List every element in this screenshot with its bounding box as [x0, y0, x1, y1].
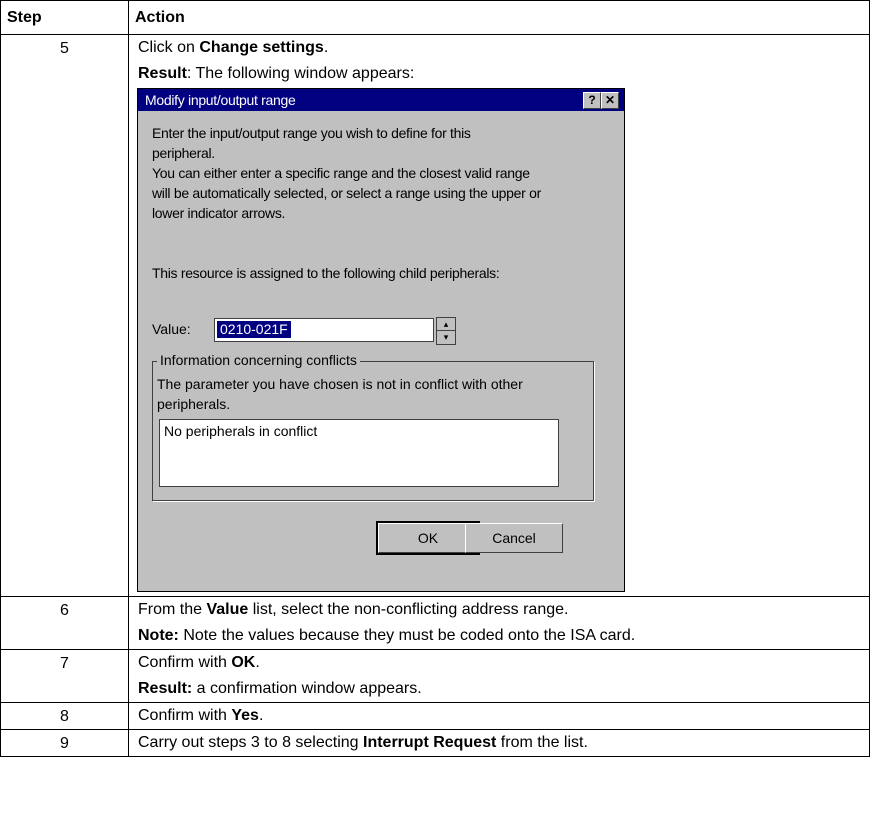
spin-up-icon[interactable]: ▴ — [437, 318, 455, 331]
action-cell: Confirm with Yes. — [128, 702, 870, 730]
action-bold: Yes — [231, 707, 259, 724]
list-item: No peripherals in conflict — [164, 423, 318, 439]
close-icon: ✕ — [604, 93, 616, 107]
description-line: peripheral. — [152, 145, 215, 161]
action-text: : The following window appears: — [186, 65, 415, 82]
action-line: Result: The following window appears: — [138, 61, 869, 87]
header-step: Step — [0, 0, 129, 35]
description-line: Enter the input/output range you wish to… — [152, 125, 471, 141]
action-bold: Result — [138, 65, 187, 82]
action-line: Note: Note the values because they must … — [138, 623, 869, 649]
action-text: Click on — [138, 39, 200, 56]
dialog-description: Enter the input/output range you wish to… — [152, 123, 612, 223]
value-label: Value: — [152, 321, 191, 337]
action-text: list, select the non-conflicting address… — [248, 601, 569, 618]
action-text: Confirm with — [138, 654, 232, 671]
action-text: Carry out steps 3 to 8 selecting — [138, 734, 363, 751]
table-row: 6 From the Value list, select the non-co… — [0, 596, 870, 650]
description-line: will be automatically selected, or selec… — [152, 185, 541, 201]
spin-down-icon[interactable]: ▾ — [437, 331, 455, 343]
action-cell: Carry out steps 3 to 8 selecting Interru… — [128, 729, 870, 757]
action-bold: Interrupt Request — [363, 734, 497, 751]
dialog-titlebar: Modify input/output range ? ✕ — [138, 89, 624, 111]
action-line: Confirm with OK. — [138, 650, 869, 676]
steps-table: Step Action 5 Click on Change settings. … — [0, 0, 870, 757]
action-cell: From the Value list, select the non-conf… — [128, 596, 870, 650]
action-line: Carry out steps 3 to 8 selecting Interru… — [138, 730, 869, 756]
assigned-text: This resource is assigned to the followi… — [152, 265, 500, 281]
table-row: 7 Confirm with OK. Result: a confirmatio… — [0, 649, 870, 703]
action-text: Confirm with — [138, 707, 232, 724]
cancel-button[interactable]: Cancel — [465, 523, 563, 553]
header-action: Action — [128, 0, 870, 35]
action-cell: Click on Change settings. Result: The fo… — [128, 34, 870, 597]
action-bold: Value — [206, 601, 249, 618]
action-line: Confirm with Yes. — [138, 703, 869, 729]
step-number: 8 — [0, 702, 129, 730]
table-header-row: Step Action — [0, 0, 870, 35]
action-bold: Change settings — [199, 39, 324, 56]
help-button[interactable]: ? — [583, 92, 601, 109]
action-bold: Result: — [138, 680, 193, 697]
group-title: Information concerning conflicts — [157, 352, 360, 368]
table-row: 9 Carry out steps 3 to 8 selecting Inter… — [0, 729, 870, 757]
action-text: . — [255, 654, 260, 671]
value-input[interactable]: 0210-021F — [214, 318, 434, 342]
conflict-list[interactable]: No peripherals in conflict — [159, 419, 559, 487]
help-icon: ? — [588, 93, 596, 107]
description-line: lower indicator arrows. — [152, 205, 286, 221]
action-text: . — [323, 39, 329, 56]
action-line: Click on Change settings. — [138, 35, 869, 61]
group-text: The parameter you have chosen is not in … — [157, 376, 523, 412]
step-number: 6 — [0, 596, 129, 650]
action-bold: Note: — [138, 627, 179, 644]
value-spinner[interactable]: ▴ ▾ — [436, 317, 456, 345]
value-selected-text: 0210-021F — [217, 321, 291, 338]
ok-button[interactable]: OK — [376, 521, 480, 555]
action-line: Result: a confirmation window appears. — [138, 676, 869, 702]
action-text: . — [258, 707, 264, 724]
table-row: 5 Click on Change settings. Result: The … — [0, 34, 870, 597]
modify-range-dialog: Modify input/output range ? ✕ Enter the … — [137, 88, 625, 592]
close-button[interactable]: ✕ — [601, 92, 619, 109]
table-row: 8 Confirm with Yes. — [0, 702, 870, 730]
action-line: From the Value list, select the non-conf… — [138, 597, 869, 623]
action-cell: Confirm with OK. Result: a confirmation … — [128, 649, 870, 703]
action-text: Note the values because they must be cod… — [178, 627, 636, 644]
dialog-title: Modify input/output range — [145, 92, 296, 108]
step-number: 7 — [0, 649, 129, 703]
action-text: a confirmation window appears. — [192, 680, 422, 697]
conflicts-group: Information concerning conflicts The par… — [152, 352, 594, 501]
action-bold: OK — [231, 654, 256, 671]
action-text: from the list. — [496, 734, 588, 751]
step-number: 5 — [0, 34, 129, 597]
step-number: 9 — [0, 729, 129, 757]
action-text: From the — [138, 601, 207, 618]
description-line: You can either enter a specific range an… — [152, 165, 530, 181]
